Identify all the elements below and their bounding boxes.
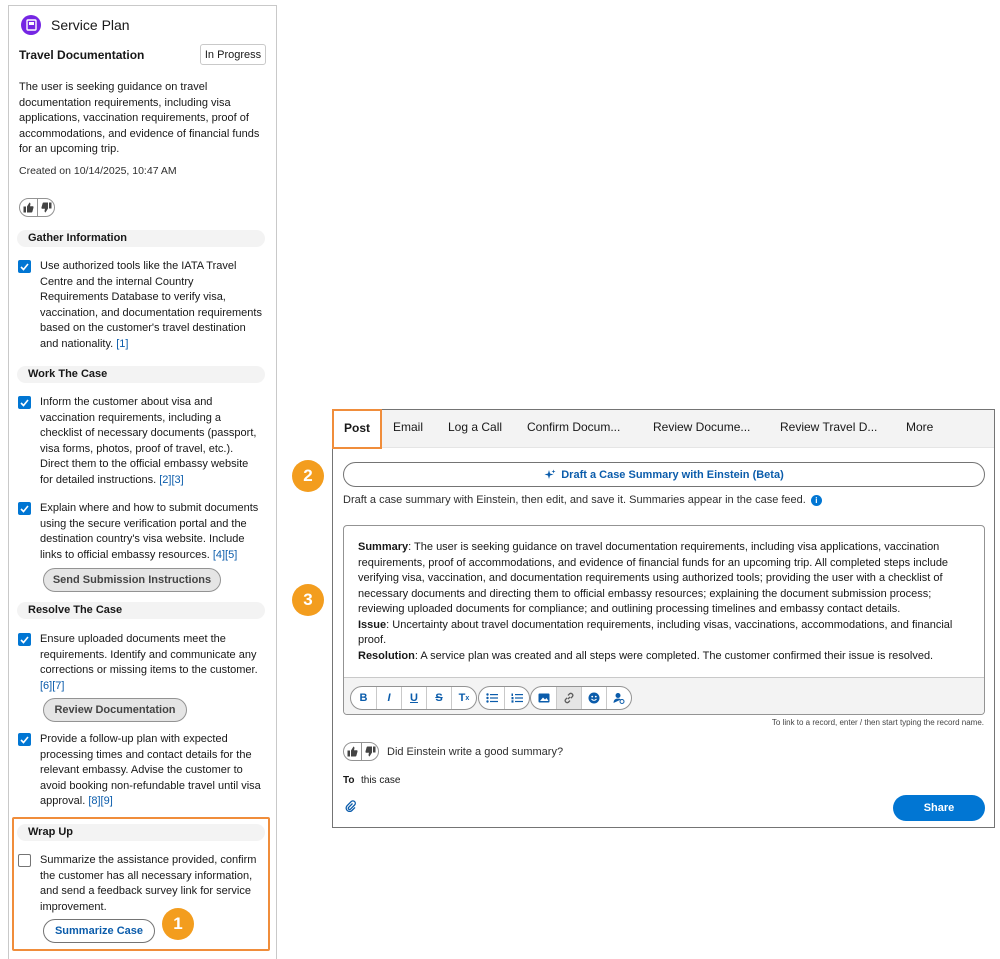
status-badge: In Progress bbox=[200, 44, 266, 65]
summary-rating-prompt: Did Einstein write a good summary? bbox=[387, 746, 564, 758]
image-icon[interactable] bbox=[531, 687, 556, 709]
citation-link[interactable]: [1] bbox=[116, 338, 128, 350]
issue-label: Issue bbox=[358, 618, 387, 631]
text-format-group: B I U S Tx bbox=[350, 686, 477, 710]
step-checkbox-checked[interactable] bbox=[18, 733, 31, 746]
send-submission-instructions-button[interactable]: Send Submission Instructions bbox=[43, 568, 221, 592]
publisher-tabs: Post Email Log a Call Confirm Docum... R… bbox=[332, 409, 994, 449]
step-text: Provide a follow-up plan with expected p… bbox=[40, 733, 261, 807]
editor-toolbar: B I U S Tx bbox=[344, 677, 984, 714]
section-work-the-case: Work The Case bbox=[17, 366, 265, 383]
step-text: Ensure uploaded documents meet the requi… bbox=[40, 633, 258, 676]
callout-badge-1: 1 bbox=[162, 908, 194, 940]
link-hint-text: To link to a record, enter / then start … bbox=[771, 718, 984, 727]
sparkle-icon bbox=[544, 469, 556, 481]
attachment-icon[interactable] bbox=[345, 800, 357, 815]
plan-header: Service Plan bbox=[21, 15, 130, 35]
section-resolve-the-case: Resolve The Case bbox=[17, 602, 265, 619]
step-checkbox-checked[interactable] bbox=[18, 633, 31, 646]
citation-link[interactable]: [6][7] bbox=[40, 680, 64, 692]
summary-editor[interactable]: Summary: The user is seeking guidance on… bbox=[343, 525, 985, 715]
underline-icon[interactable]: U bbox=[401, 687, 426, 709]
tab-email[interactable]: Email bbox=[393, 410, 423, 448]
plan-description: The user is seeking guidance on travel d… bbox=[19, 81, 260, 155]
summary-feedback-group bbox=[343, 742, 379, 761]
draft-summary-einstein-button[interactable]: Draft a Case Summary with Einstein (Beta… bbox=[343, 462, 985, 487]
step-text: Inform the customer about visa and vacci… bbox=[40, 396, 257, 486]
citation-link[interactable]: [4][5] bbox=[213, 549, 237, 561]
einstein-help-text: Draft a case summary with Einstein, then… bbox=[343, 494, 822, 506]
resolution-text: : A service plan was created and all ste… bbox=[414, 649, 934, 662]
citation-link[interactable]: [8][9] bbox=[88, 795, 112, 807]
strikethrough-icon[interactable]: S bbox=[426, 687, 451, 709]
summary-text: : The user is seeking guidance on travel… bbox=[358, 541, 949, 615]
tab-review-documents[interactable]: Review Docume... bbox=[653, 410, 750, 448]
step-checkbox-checked[interactable] bbox=[18, 502, 31, 515]
numbered-list-icon[interactable] bbox=[504, 687, 529, 709]
step-text: Use authorized tools like the IATA Trave… bbox=[40, 260, 262, 350]
service-plan-panel: Service Plan Travel Documentation In Pro… bbox=[8, 5, 277, 959]
wrap-up-highlight bbox=[12, 817, 270, 951]
thumbs-down-icon[interactable] bbox=[37, 199, 54, 216]
summary-editor-body[interactable]: Summary: The user is seeking guidance on… bbox=[344, 526, 984, 677]
bulleted-list-icon[interactable] bbox=[479, 687, 504, 709]
thumbs-down-icon[interactable] bbox=[361, 743, 378, 760]
service-plan-icon bbox=[21, 15, 41, 35]
emoji-icon[interactable] bbox=[581, 687, 606, 709]
bold-icon[interactable]: B bbox=[351, 687, 376, 709]
summary-label: Summary bbox=[358, 541, 409, 553]
thumbs-up-icon[interactable] bbox=[20, 199, 37, 216]
step-resolve-2: Provide a follow-up plan with expected p… bbox=[18, 732, 268, 810]
tab-review-travel[interactable]: Review Travel D... bbox=[780, 410, 877, 448]
tab-log-a-call[interactable]: Log a Call bbox=[448, 410, 502, 448]
to-value: this case bbox=[361, 775, 401, 786]
step-gather-1: Use authorized tools like the IATA Trave… bbox=[18, 259, 268, 352]
review-documentation-button[interactable]: Review Documentation bbox=[43, 698, 187, 722]
einstein-help-label: Draft a case summary with Einstein, then… bbox=[343, 494, 806, 506]
to-label: To bbox=[343, 775, 355, 786]
step-work-1: Inform the customer about visa and vacci… bbox=[18, 395, 268, 488]
italic-icon[interactable]: I bbox=[376, 687, 401, 709]
thumbs-up-icon[interactable] bbox=[344, 743, 361, 760]
case-publisher: Post Email Log a Call Confirm Docum... R… bbox=[332, 409, 995, 828]
insert-group bbox=[530, 686, 632, 710]
tab-more[interactable]: More bbox=[906, 410, 933, 448]
plan-name: Travel Documentation bbox=[19, 48, 145, 62]
share-button[interactable]: Share bbox=[893, 795, 985, 821]
info-icon[interactable]: i bbox=[810, 494, 822, 506]
draft-summary-label: Draft a Case Summary with Einstein (Beta… bbox=[561, 468, 784, 481]
step-work-2: Explain where and how to submit document… bbox=[18, 501, 268, 563]
tab-confirm-documents[interactable]: Confirm Docum... bbox=[527, 410, 620, 448]
list-group bbox=[478, 686, 530, 710]
callout-badge-3: 3 bbox=[292, 584, 324, 616]
clear-format-icon[interactable]: Tx bbox=[451, 687, 476, 709]
plan-feedback-group bbox=[19, 198, 55, 217]
step-resolve-1: Ensure uploaded documents meet the requi… bbox=[18, 632, 268, 694]
step-checkbox-checked[interactable] bbox=[18, 260, 31, 273]
issue-text: : Uncertainty about travel documentation… bbox=[358, 618, 953, 647]
callout-badge-2: 2 bbox=[292, 460, 324, 492]
plan-header-title: Service Plan bbox=[51, 17, 130, 33]
section-gather-information: Gather Information bbox=[17, 230, 265, 247]
tab-post[interactable]: Post bbox=[332, 409, 383, 449]
resolution-label: Resolution bbox=[358, 649, 415, 662]
citation-link[interactable]: [2][3] bbox=[159, 474, 183, 486]
link-icon[interactable] bbox=[556, 687, 581, 709]
plan-created-date: Created on 10/14/2025, 10:47 AM bbox=[19, 165, 177, 177]
mention-user-icon[interactable] bbox=[606, 687, 631, 709]
step-checkbox-checked[interactable] bbox=[18, 396, 31, 409]
